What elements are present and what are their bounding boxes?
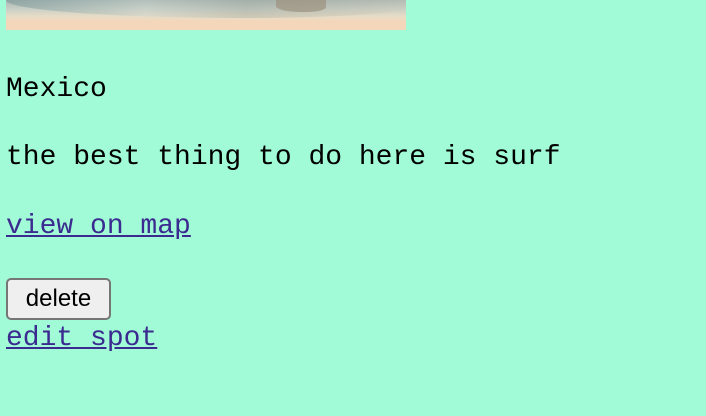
view-on-map-link[interactable]: view on map xyxy=(6,210,191,244)
spot-description: the best thing to do here is surf xyxy=(6,142,561,173)
spot-photo xyxy=(6,0,406,30)
photo-wave xyxy=(6,0,406,18)
photo-rock xyxy=(276,0,326,12)
delete-button[interactable]: delete xyxy=(6,278,111,320)
spot-name: Mexico xyxy=(6,74,107,105)
edit-spot-link[interactable]: edit spot xyxy=(6,322,157,356)
photo-sand xyxy=(6,20,406,30)
